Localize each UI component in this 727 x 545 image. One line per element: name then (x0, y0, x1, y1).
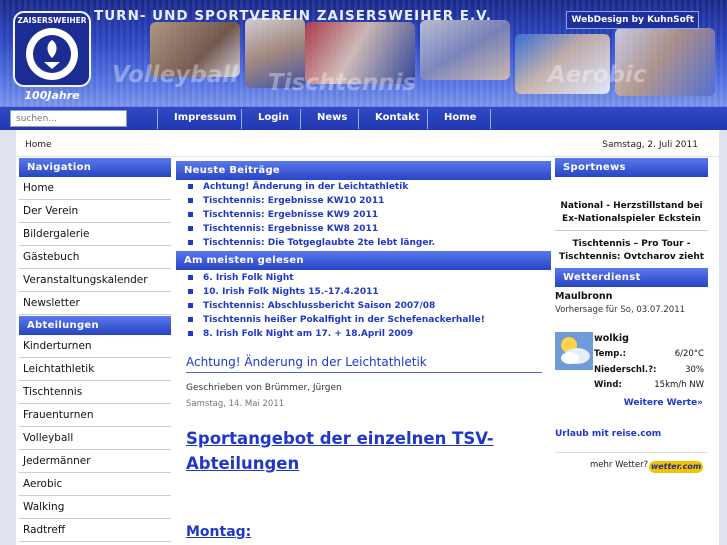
latest-posts-header: Neuste Beiträge (176, 161, 551, 180)
header-banner: Volleyball Tischtennis Aerobic TURN- UND… (0, 0, 727, 106)
photo-collage-4 (420, 20, 510, 80)
nav-item-frauenturnen[interactable]: Frauenturnen (19, 405, 171, 427)
divider (186, 372, 542, 373)
club-logo[interactable]: ZAISERSWEIHER 100Jahre (8, 6, 96, 102)
svg-text:100Jahre: 100Jahre (24, 89, 80, 102)
wetter-com-badge[interactable]: wetter.com (649, 461, 703, 473)
menu-divider (490, 109, 491, 129)
weather-temp-label: Temp.: (594, 349, 627, 359)
nav-item-gaestebuch[interactable]: Gästebuch (19, 247, 171, 269)
search-input[interactable] (10, 110, 127, 127)
bullet-icon (188, 302, 193, 308)
menu-divider (427, 109, 428, 129)
bullet-icon (188, 316, 193, 322)
nav-item-tischtennis[interactable]: Tischtennis (19, 382, 171, 404)
sportnews-item[interactable]: Tischtennis – Pro Tour - Tischtennis: Ov… (555, 238, 708, 264)
weather-forecast-date: Vorhersage für So, 03.07.2011 (555, 305, 686, 315)
most-read-link[interactable]: 6. Irish Folk Night (176, 273, 294, 283)
bullet-icon (188, 211, 193, 217)
article-date: Samstag, 14. Mai 2011 (186, 399, 285, 409)
weather-temp-value: 6/20°C (674, 349, 704, 359)
divider (555, 230, 708, 231)
bullet-icon (188, 197, 193, 203)
latest-post-link[interactable]: Tischtennis: Die Totgeglaubte 2te lebt l… (176, 238, 435, 248)
weather-condition: wolkig (594, 333, 629, 344)
latest-post-link[interactable]: Achtung! Änderung in der Leichtathletik (176, 182, 408, 192)
article-author: Geschrieben von Brümmer, Jürgen (186, 383, 342, 393)
watermark-volleyball: Volleyball (112, 62, 239, 88)
menu-divider (358, 109, 359, 129)
divider (555, 452, 708, 453)
nav-item-volleyball[interactable]: Volleyball (19, 428, 171, 450)
bullet-icon (188, 274, 193, 280)
weather-wind-label: Wind: (594, 380, 622, 390)
menu-divider (241, 109, 242, 129)
menu-divider (300, 109, 301, 129)
nav-item-radtreff[interactable]: Radtreff (19, 520, 171, 542)
menu-item-home[interactable]: Home (444, 112, 476, 123)
most-read-link[interactable]: Tischtennis heißer Pokalfight in der Sch… (176, 315, 485, 325)
site-title: TURN- UND SPORTVEREIN ZAISERSWEIHER E.V. (94, 8, 492, 24)
article-heading: Sportangebot der einzelnen TSV-Abteilung… (186, 429, 494, 473)
watermark-aerobic: Aerobic (548, 62, 647, 88)
watermark-tischtennis: Tischtennis (268, 70, 417, 96)
cloudy-weather-icon (555, 332, 593, 370)
latest-post-link[interactable]: Tischtennis: Ergebnisse KW10 2011 (176, 196, 384, 206)
bullet-icon (188, 239, 193, 245)
sportnews-header: Sportnews (555, 158, 708, 177)
weather-header: Wetterdienst (555, 268, 708, 287)
most-read-link[interactable]: Tischtennis: Abschlussbericht Saison 200… (176, 301, 435, 311)
most-read-link[interactable]: 8. Irish Folk Night am 17. + 18.April 20… (176, 329, 413, 339)
menu-item-news[interactable]: News (317, 112, 347, 123)
main-menu-bar: Impressum Login News Kontakt Home (0, 106, 727, 130)
breadcrumb[interactable]: Home (25, 140, 52, 150)
most-read-header: Am meisten gelesen (176, 251, 551, 270)
menu-item-login[interactable]: Login (258, 112, 289, 123)
nav-item-der-verein[interactable]: Der Verein (19, 201, 171, 223)
menu-item-kontakt[interactable]: Kontakt (375, 112, 420, 123)
nav-item-jedermaenner[interactable]: Jedermänner (19, 451, 171, 473)
more-weather-link[interactable]: Weitere Werte» (555, 398, 703, 408)
nav-item-home[interactable]: Home (19, 178, 171, 200)
nav-item-leichtathletik[interactable]: Leichtathletik (19, 359, 171, 381)
article-subheading: Montag: (186, 524, 252, 540)
nav-item-bildergalerie[interactable]: Bildergalerie (19, 224, 171, 246)
latest-post-link[interactable]: Tischtennis: Ergebnisse KW8 2011 (176, 224, 378, 234)
urlaub-link[interactable]: Urlaub mit reise.com (555, 429, 661, 439)
weather-city: Maulbronn (555, 291, 613, 302)
bullet-icon (188, 330, 193, 336)
nav-item-aerobic[interactable]: Aerobic (19, 474, 171, 496)
nav-item-veranstaltungskalender[interactable]: Veranstaltungskalender (19, 270, 171, 292)
nav-item-newsletter[interactable]: Newsletter (19, 293, 171, 315)
nav-item-walking[interactable]: Walking (19, 497, 171, 519)
bullet-icon (188, 288, 193, 294)
latest-post-link[interactable]: Tischtennis: Ergebnisse KW9 2011 (176, 210, 378, 220)
weather-rain-value: 30% (685, 365, 704, 375)
bullet-icon (188, 183, 193, 189)
most-read-link[interactable]: 10. Irish Folk Nights 15.-17.4.2011 (176, 287, 379, 297)
nav-item-kinderturnen[interactable]: Kinderturnen (19, 336, 171, 358)
more-weather-label: mehr Wetter? (590, 460, 649, 470)
menu-divider (157, 109, 158, 129)
page-content: Home Samstag, 2. Juli 2011 Navigation Ho… (16, 130, 719, 545)
svg-text:ZAISERSWEIHER: ZAISERSWEIHER (17, 16, 86, 25)
weather-wind-value: 15km/h NW (654, 380, 704, 390)
divider (16, 156, 719, 157)
departments-header: Abteilungen (19, 316, 171, 335)
webdesign-credit-link[interactable]: WebDesign by KuhnSoft (566, 11, 699, 29)
current-date: Samstag, 2. Juli 2011 (602, 140, 698, 150)
navigation-header: Navigation (19, 158, 171, 177)
article-title[interactable]: Achtung! Änderung in der Leichtathletik (186, 355, 427, 369)
menu-item-impressum[interactable]: Impressum (174, 112, 236, 123)
bullet-icon (188, 225, 193, 231)
sportnews-item[interactable]: National - Herzstillstand bei Ex-Nationa… (555, 200, 708, 226)
